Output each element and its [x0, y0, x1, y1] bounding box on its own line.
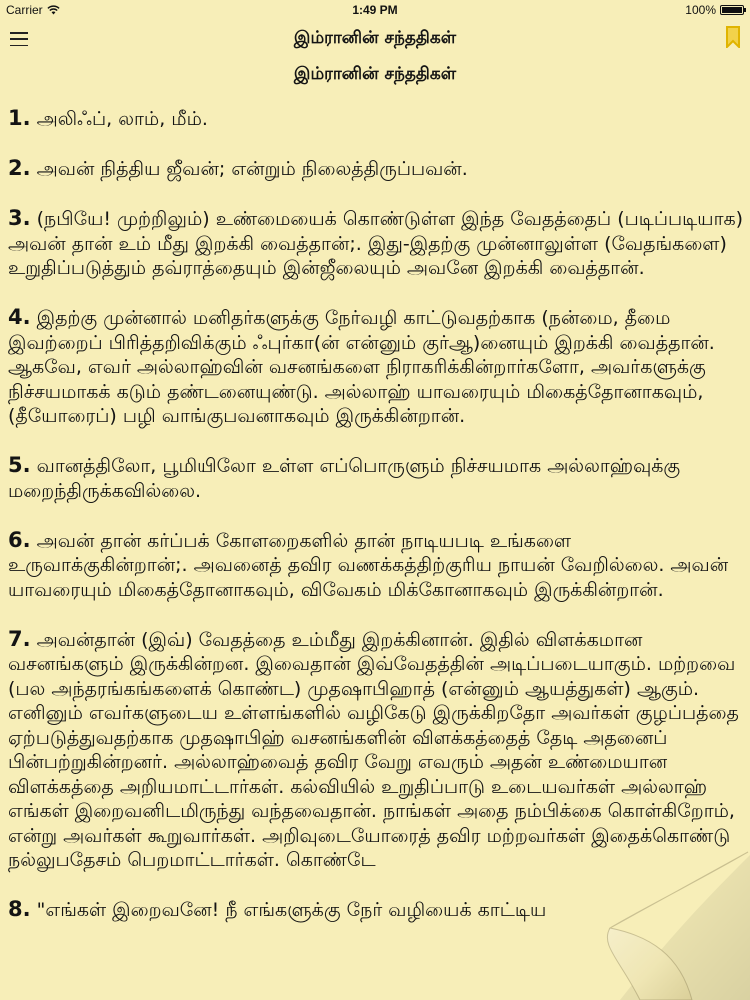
verse-number: 8.	[8, 897, 31, 921]
verse-number: 4.	[8, 305, 31, 329]
nav-bar: இம்ரானின் சந்ததிகள்	[0, 20, 750, 60]
verse-6: 6. அவன் தான் கர்ப்பக் கோளறைகளில் தான் நா…	[8, 528, 744, 603]
verse-number: 2.	[8, 156, 31, 180]
status-right: 100%	[685, 3, 746, 17]
status-left: Carrier	[6, 3, 60, 17]
verse-text: "எங்கள் இறைவனே! நீ எங்களுக்கு நேர் வழியை…	[36, 899, 547, 921]
verse-1: 1. அலிஃப், லாம், மீம்.	[8, 106, 744, 132]
verse-5: 5. வானத்திலோ, பூமியிலோ உள்ள எப்பொருளும் …	[8, 453, 744, 503]
verse-text: அவன் நித்திய ஜீவன்; என்றும் நிலைத்திருப்…	[36, 158, 468, 180]
nav-title: இம்ரானின் சந்ததிகள்	[293, 28, 457, 48]
carrier-label: Carrier	[6, 3, 43, 17]
verse-text: வானத்திலோ, பூமியிலோ உள்ள எப்பொருளும் நிச…	[8, 455, 681, 502]
verse-4: 4. இதற்கு முன்னால் மனிதர்களுக்கு நேர்வழி…	[8, 305, 744, 429]
verse-number: 6.	[8, 527, 31, 552]
battery-percent: 100%	[685, 3, 716, 17]
bookmark-icon[interactable]	[726, 26, 740, 48]
verse-number: 7.	[8, 626, 31, 651]
verse-3: 3. (நபியே! முற்றிலும்) உண்மையைக் கொண்டுள…	[8, 206, 744, 281]
verse-number: 1.	[8, 106, 31, 130]
page-heading: இம்ரானின் சந்ததிகள்	[293, 64, 457, 84]
status-time: 1:49 PM	[352, 3, 398, 17]
verse-text: அவன்தான் (இவ்) வேதத்தை உம்மீது இறக்கினான…	[8, 628, 739, 872]
verse-text: (நபியே! முற்றிலும்) உண்மையைக் கொண்டுள்ள …	[8, 208, 744, 279]
battery-fill	[722, 7, 742, 13]
battery-icon	[720, 5, 746, 15]
verse-text: அவன் தான் கர்ப்பக் கோளறைகளில் தான் நாடிய…	[8, 529, 729, 601]
wifi-icon	[47, 5, 60, 15]
verse-text: அலிஃப், லாம், மீம்.	[36, 108, 208, 130]
verse-text: இதற்கு முன்னால் மனிதர்களுக்கு நேர்வழி கா…	[8, 307, 715, 427]
page-curl-icon[interactable]	[580, 850, 750, 1000]
verse-number: 5.	[8, 453, 31, 477]
verse-content: 1. அலிஃப், லாம், மீம். 2. அவன் நித்திய ஜ…	[8, 106, 744, 947]
verse-7: 7. அவன்தான் (இவ்) வேதத்தை உம்மீது இறக்கி…	[8, 627, 744, 873]
verse-2: 2. அவன் நித்திய ஜீவன்; என்றும் நிலைத்திர…	[8, 156, 744, 182]
status-bar: Carrier 1:49 PM 100%	[0, 0, 750, 20]
verse-number: 3.	[8, 206, 31, 230]
